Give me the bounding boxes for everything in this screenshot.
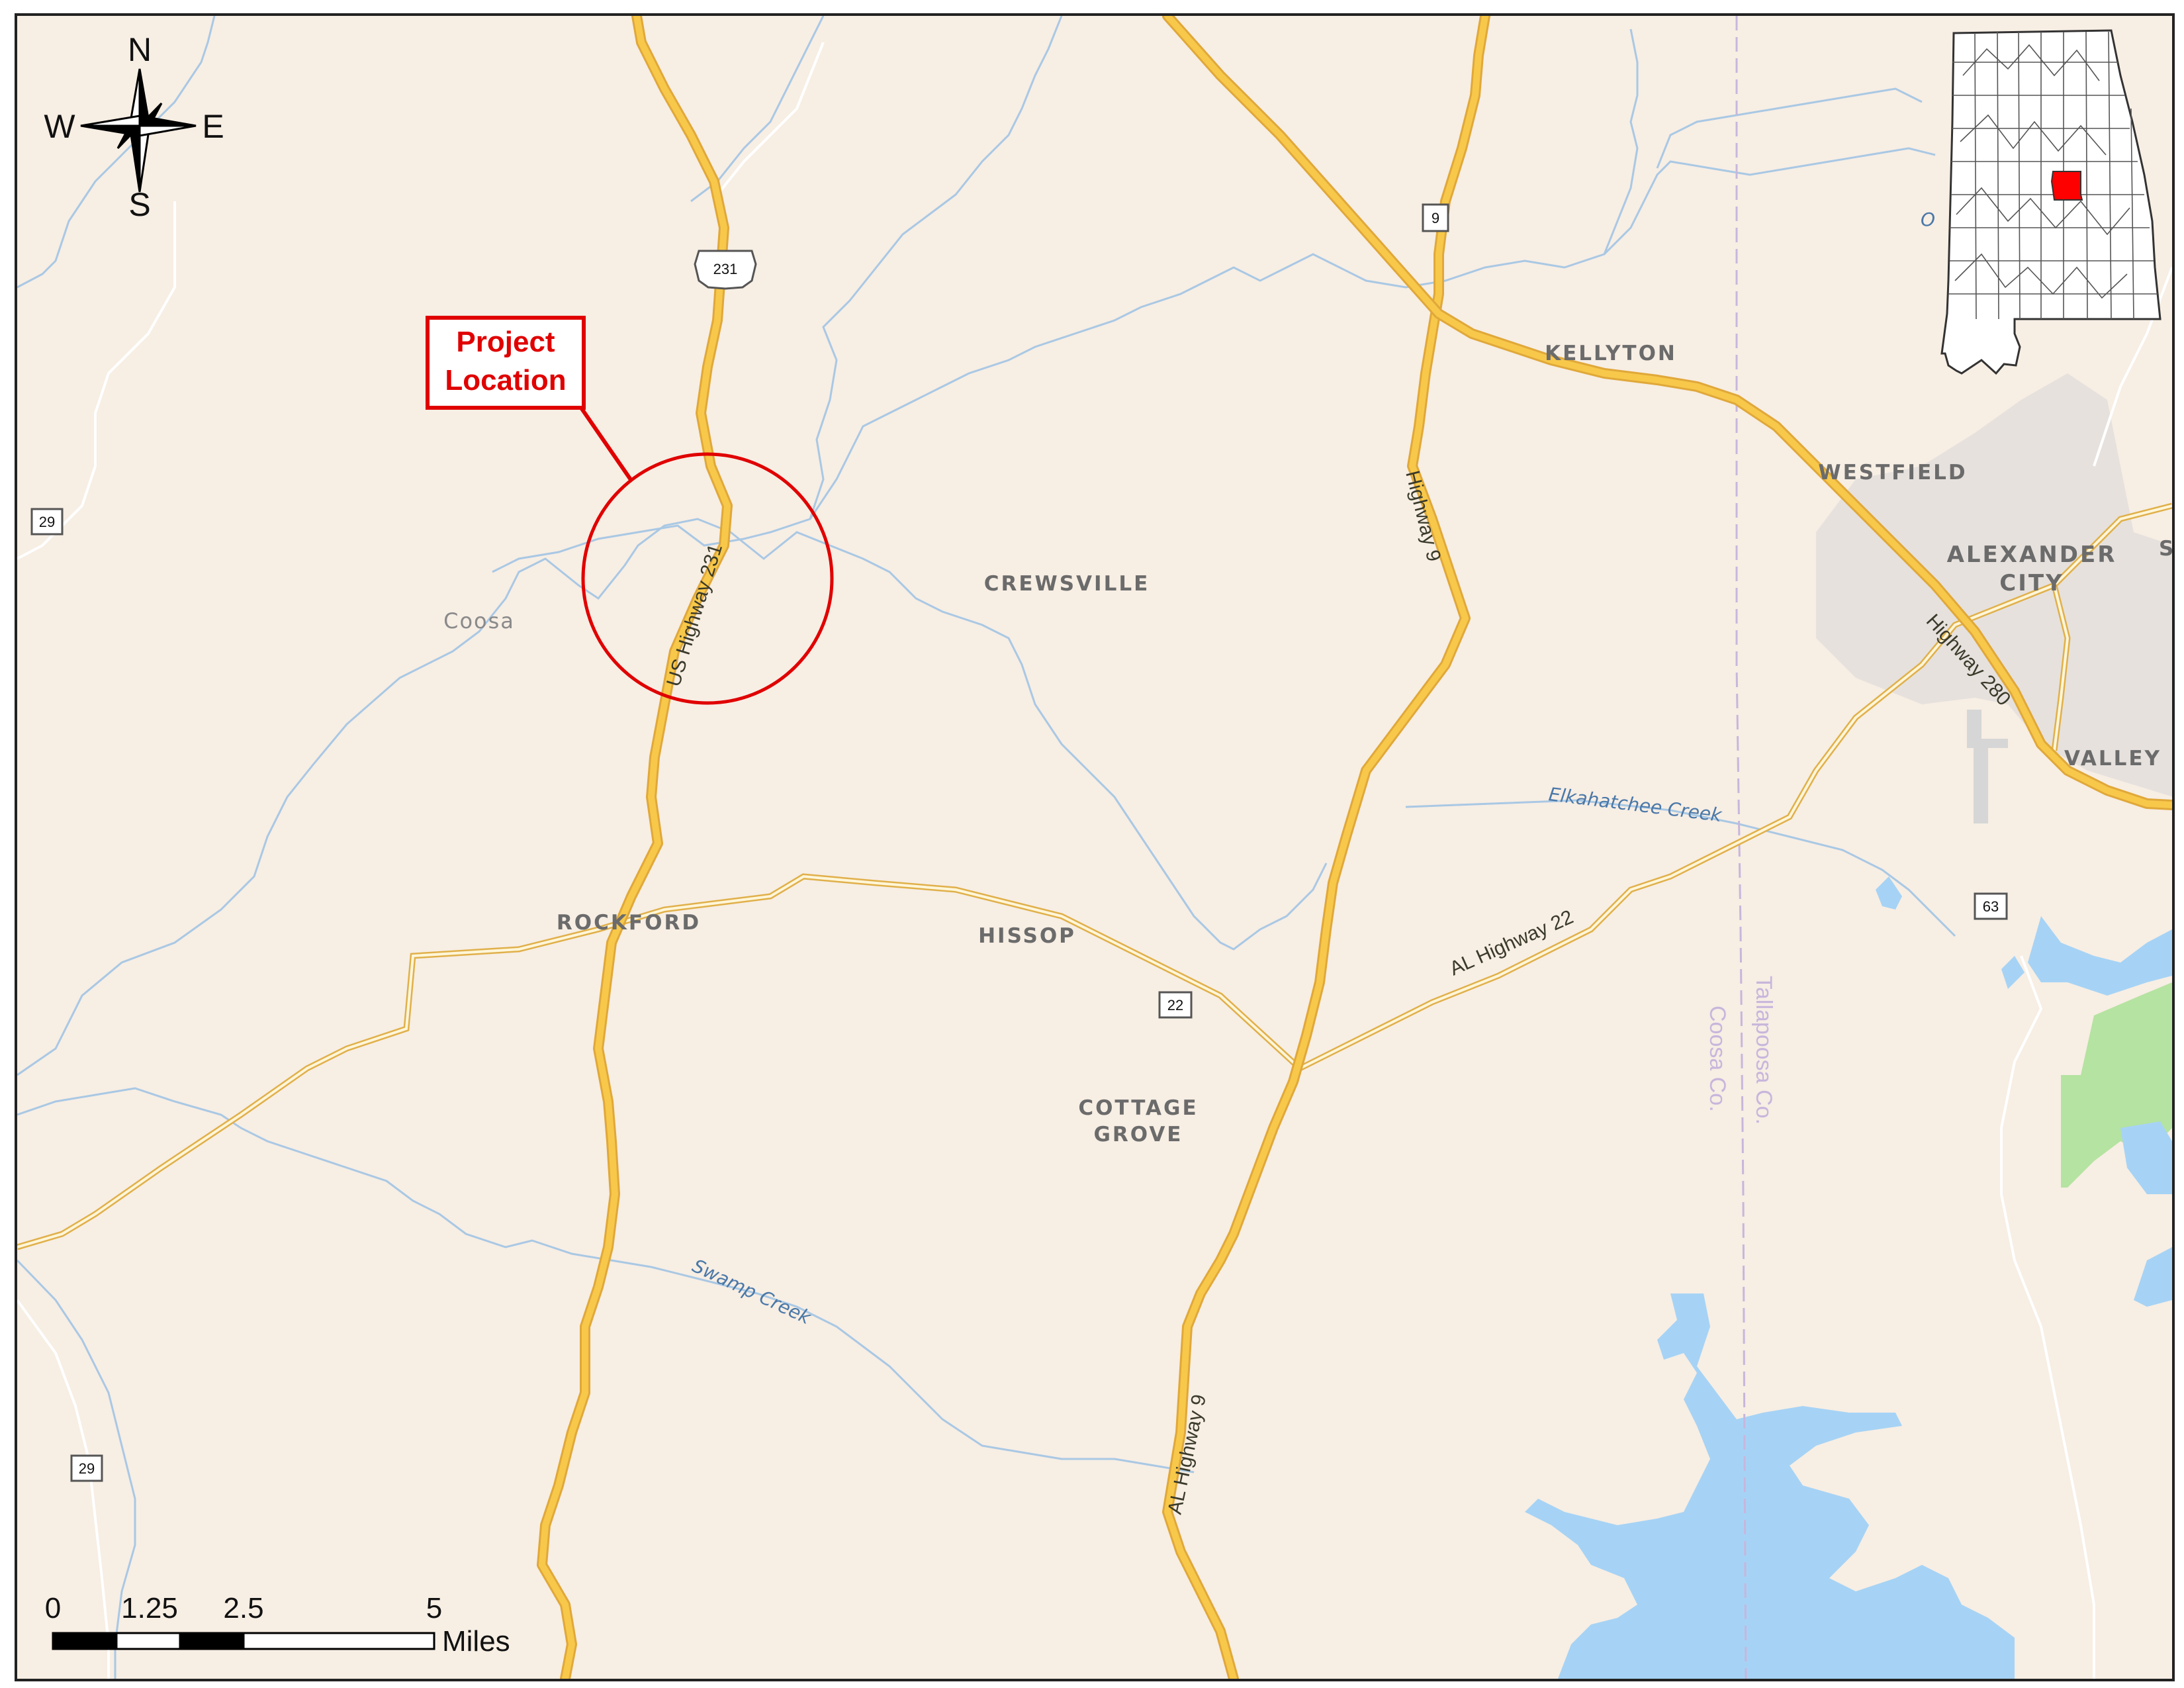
- town-s-partial: S: [2159, 537, 2172, 561]
- inset-highlight-coosa-county: [2050, 171, 2083, 201]
- scale-segment-3: [179, 1632, 245, 1650]
- scale-tick-2: 2.5: [223, 1592, 263, 1624]
- town-alexander: ALEXANDER: [1947, 541, 2117, 568]
- map-frame[interactable]: Project Location US Highway 231 Highway …: [15, 13, 2175, 1681]
- scale-unit: Miles: [442, 1625, 510, 1658]
- shield-29-south-label: 29: [79, 1460, 95, 1477]
- scale-tick-0: 0: [45, 1592, 61, 1624]
- water-o-partial: O: [1921, 209, 1935, 230]
- state-29-shield-south: 29: [70, 1454, 103, 1482]
- state-29-shield-north: 29: [30, 508, 64, 536]
- town-cottage: COTTAGE: [1078, 1096, 1198, 1120]
- town-rockford: ROCKFORD: [557, 911, 701, 935]
- scale-segment-1: [52, 1632, 118, 1650]
- town-city: CITY: [1999, 570, 2064, 596]
- shield-9-label: 9: [1432, 210, 1439, 226]
- us-231-shield: 231: [694, 250, 757, 290]
- shield-22-label: 22: [1167, 997, 1183, 1013]
- county-coosa: Coosa Co.: [1705, 1006, 1730, 1112]
- shield-29-north-label: 29: [39, 514, 55, 530]
- compass-w: W: [44, 108, 75, 145]
- state-22-shield: 22: [1158, 991, 1193, 1019]
- compass-n: N: [128, 31, 152, 68]
- shield-63-label: 63: [1983, 898, 1999, 915]
- town-hissop: HISSOP: [978, 924, 1076, 948]
- state-9-shield: 9: [1422, 203, 1449, 232]
- scale-segment-4: [242, 1632, 435, 1650]
- state-63-shield: 63: [1974, 892, 2008, 920]
- town-coosa: Coosa: [443, 608, 515, 633]
- map-canvas[interactable]: Project Location US Highway 231 Highway …: [17, 16, 2172, 1679]
- town-kellyton: KELLYTON: [1545, 342, 1677, 365]
- town-valley: VALLEY: [2064, 747, 2161, 771]
- callout-line-2: Location: [445, 364, 566, 397]
- scale-tick-1: 1.25: [121, 1592, 178, 1624]
- scale-segment-2: [115, 1632, 181, 1650]
- callout-line-1: Project: [456, 326, 555, 358]
- scale-tick-3: 5: [426, 1592, 442, 1624]
- town-westfield: WESTFIELD: [1818, 461, 1967, 485]
- county-tallapoosa: Tallapoosa Co.: [1751, 976, 1776, 1125]
- town-grove: GROVE: [1093, 1123, 1183, 1147]
- town-crewsville: CREWSVILLE: [984, 572, 1150, 596]
- shield-231-label: 231: [713, 261, 738, 277]
- compass-e: E: [202, 108, 224, 145]
